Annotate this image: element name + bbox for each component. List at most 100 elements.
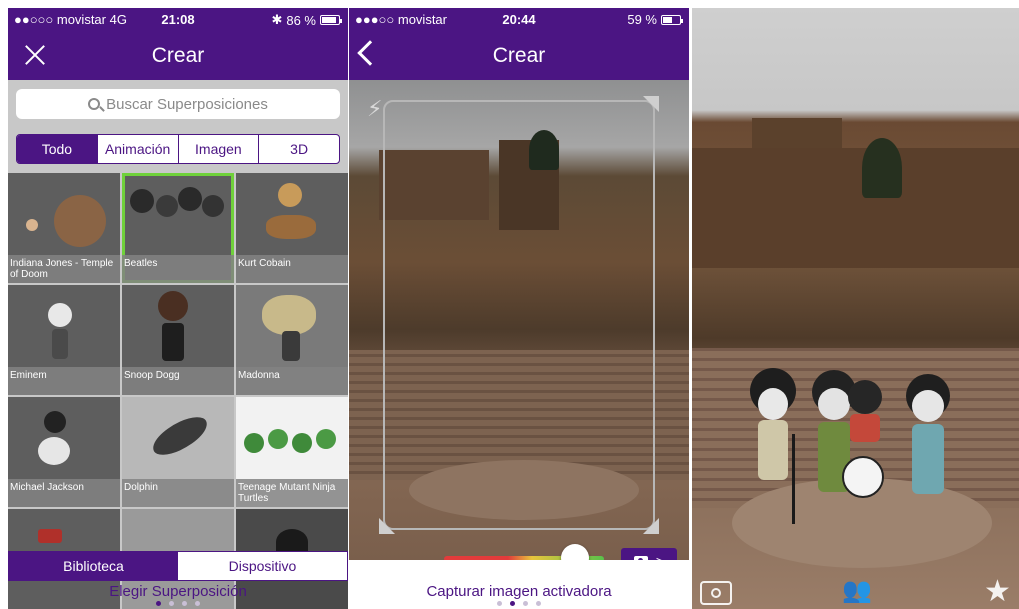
filter-imagen[interactable]: Imagen [179, 135, 260, 163]
tab-dispositivo[interactable]: Dispositivo [178, 552, 347, 580]
page-dot [523, 601, 528, 606]
tile-label: Madonna [236, 367, 348, 395]
tile-dolphin[interactable]: Dolphin [122, 397, 234, 507]
step-title: Capturar imagen activadora [426, 583, 612, 600]
tile-madonna[interactable]: Madonna [236, 285, 348, 395]
boulder-thumbnail [54, 195, 106, 247]
search-input[interactable]: Buscar Superposiciones [16, 89, 340, 119]
tile-indiana-jones[interactable]: Indiana Jones - Temple of Doom [8, 173, 120, 283]
castle-wall [692, 148, 1019, 268]
page-dot [169, 601, 174, 606]
source-tabs: Biblioteca Dispositivo [8, 551, 348, 581]
ar-result-screen: 👥 ★ [692, 8, 1019, 609]
tile-michael-jackson[interactable]: Michael Jackson [8, 397, 120, 507]
beatle-body [912, 424, 944, 494]
beatle-face [912, 390, 944, 422]
beatle-thumbnail [178, 187, 202, 211]
tile-eminem[interactable]: Eminem [8, 285, 120, 395]
bluetooth-icon: ✱ [271, 12, 283, 27]
tile-label: Kurt Cobain [236, 255, 348, 283]
figure-thumbnail [278, 183, 302, 207]
microphone-stand [792, 434, 795, 524]
page-dot [497, 601, 502, 606]
frame-corner[interactable] [643, 96, 659, 112]
figure-thumbnail [48, 303, 72, 327]
page-dot [195, 601, 200, 606]
beatle-body [850, 414, 880, 442]
tab-biblioteca[interactable]: Biblioteca [9, 552, 178, 580]
capture-frame [379, 96, 659, 534]
page-title: Crear [151, 44, 205, 67]
beatle-body [758, 420, 788, 480]
camera-upload-icon[interactable] [700, 581, 732, 605]
page-title: Crear [492, 44, 546, 67]
battery-icon [661, 14, 683, 25]
figure-thumbnail [26, 219, 38, 231]
tile-label: Michael Jackson [8, 479, 120, 507]
beatle-thumbnail [156, 195, 178, 217]
figure-body [52, 329, 68, 359]
beatle-thumbnail [130, 189, 154, 213]
page-dots [349, 601, 689, 606]
capture-trigger-screen: ●●●○○ movistar 20:44 59 % Crear ⚡ > Capt… [349, 8, 689, 609]
frame-corner[interactable] [643, 518, 659, 534]
battery-indicator: 59 % [627, 12, 683, 27]
thumbnail [38, 529, 62, 543]
star-icon[interactable]: ★ [984, 574, 1011, 609]
battery-icon [320, 15, 342, 25]
battery-percent: 86 % [286, 12, 316, 28]
turtle-thumbnail [316, 429, 336, 449]
overlay-grid: Indiana Jones - Temple of Doom Beatles K… [8, 173, 348, 609]
flash-icon[interactable]: ⚡ [367, 96, 382, 122]
tile-kurt-cobain[interactable]: Kurt Cobain [236, 173, 348, 283]
tile-label: Beatles [122, 255, 234, 283]
page-dot [510, 601, 515, 606]
frame-corner[interactable] [379, 518, 395, 534]
header: Crear [8, 30, 348, 80]
ar-camera-view [692, 8, 1019, 609]
dolphin-thumbnail [147, 411, 213, 461]
page-dots [8, 601, 348, 606]
figure-body [38, 437, 70, 465]
step-title: Elegir Superposición [109, 583, 247, 600]
page-dot [536, 601, 541, 606]
figure-thumbnail [44, 411, 66, 433]
beatle-figure [848, 380, 882, 414]
tile-snoop-dogg[interactable]: Snoop Dogg [122, 285, 234, 395]
filter-animacion[interactable]: Animación [98, 135, 179, 163]
filter-segmented-control: Todo Animación Imagen 3D [16, 134, 340, 164]
page-dot [182, 601, 187, 606]
tile-beatles[interactable]: Beatles [122, 173, 234, 283]
overlay-picker-screen: ●●○○○ movistar 4G 21:08 ✱ 86 % Crear Bus… [8, 8, 348, 609]
figure-thumbnail [262, 295, 316, 335]
status-bar: ●●○○○ movistar 4G 21:08 ✱ 86 % [8, 8, 348, 30]
battery-indicator: ✱ 86 % [271, 12, 342, 28]
search-placeholder: Buscar Superposiciones [106, 95, 268, 113]
filter-3d[interactable]: 3D [259, 135, 339, 163]
tile-label: Dolphin [122, 479, 234, 507]
tile-label: Snoop Dogg [122, 367, 234, 395]
turtle-thumbnail [292, 433, 312, 453]
beatle-thumbnail [202, 195, 224, 217]
camera-viewfinder: ⚡ [349, 80, 689, 560]
beatle-face [818, 388, 850, 420]
turtle-thumbnail [268, 429, 288, 449]
figure-thumbnail [158, 291, 188, 321]
drum-kit [842, 456, 884, 498]
people-icon[interactable]: 👥 [842, 576, 872, 605]
search-icon [88, 98, 101, 110]
filter-todo[interactable]: Todo [17, 135, 98, 163]
guitar-thumbnail [266, 215, 316, 239]
tile-label: Teenage Mutant Ninja Turtles [236, 479, 348, 507]
figure-body [162, 323, 184, 361]
tile-label: Indiana Jones - Temple of Doom [8, 255, 120, 283]
beatle-face [758, 388, 788, 420]
picker-body: Buscar Superposiciones Todo Animación Im… [8, 80, 348, 609]
tree [862, 138, 902, 198]
tile-ninja-turtles[interactable]: Teenage Mutant Ninja Turtles [236, 397, 348, 507]
tile-label: Eminem [8, 367, 120, 395]
header: Crear [349, 30, 689, 80]
battery-percent: 59 % [627, 12, 657, 27]
status-bar: ●●●○○ movistar 20:44 59 % [349, 8, 689, 30]
figure-body [282, 331, 300, 361]
